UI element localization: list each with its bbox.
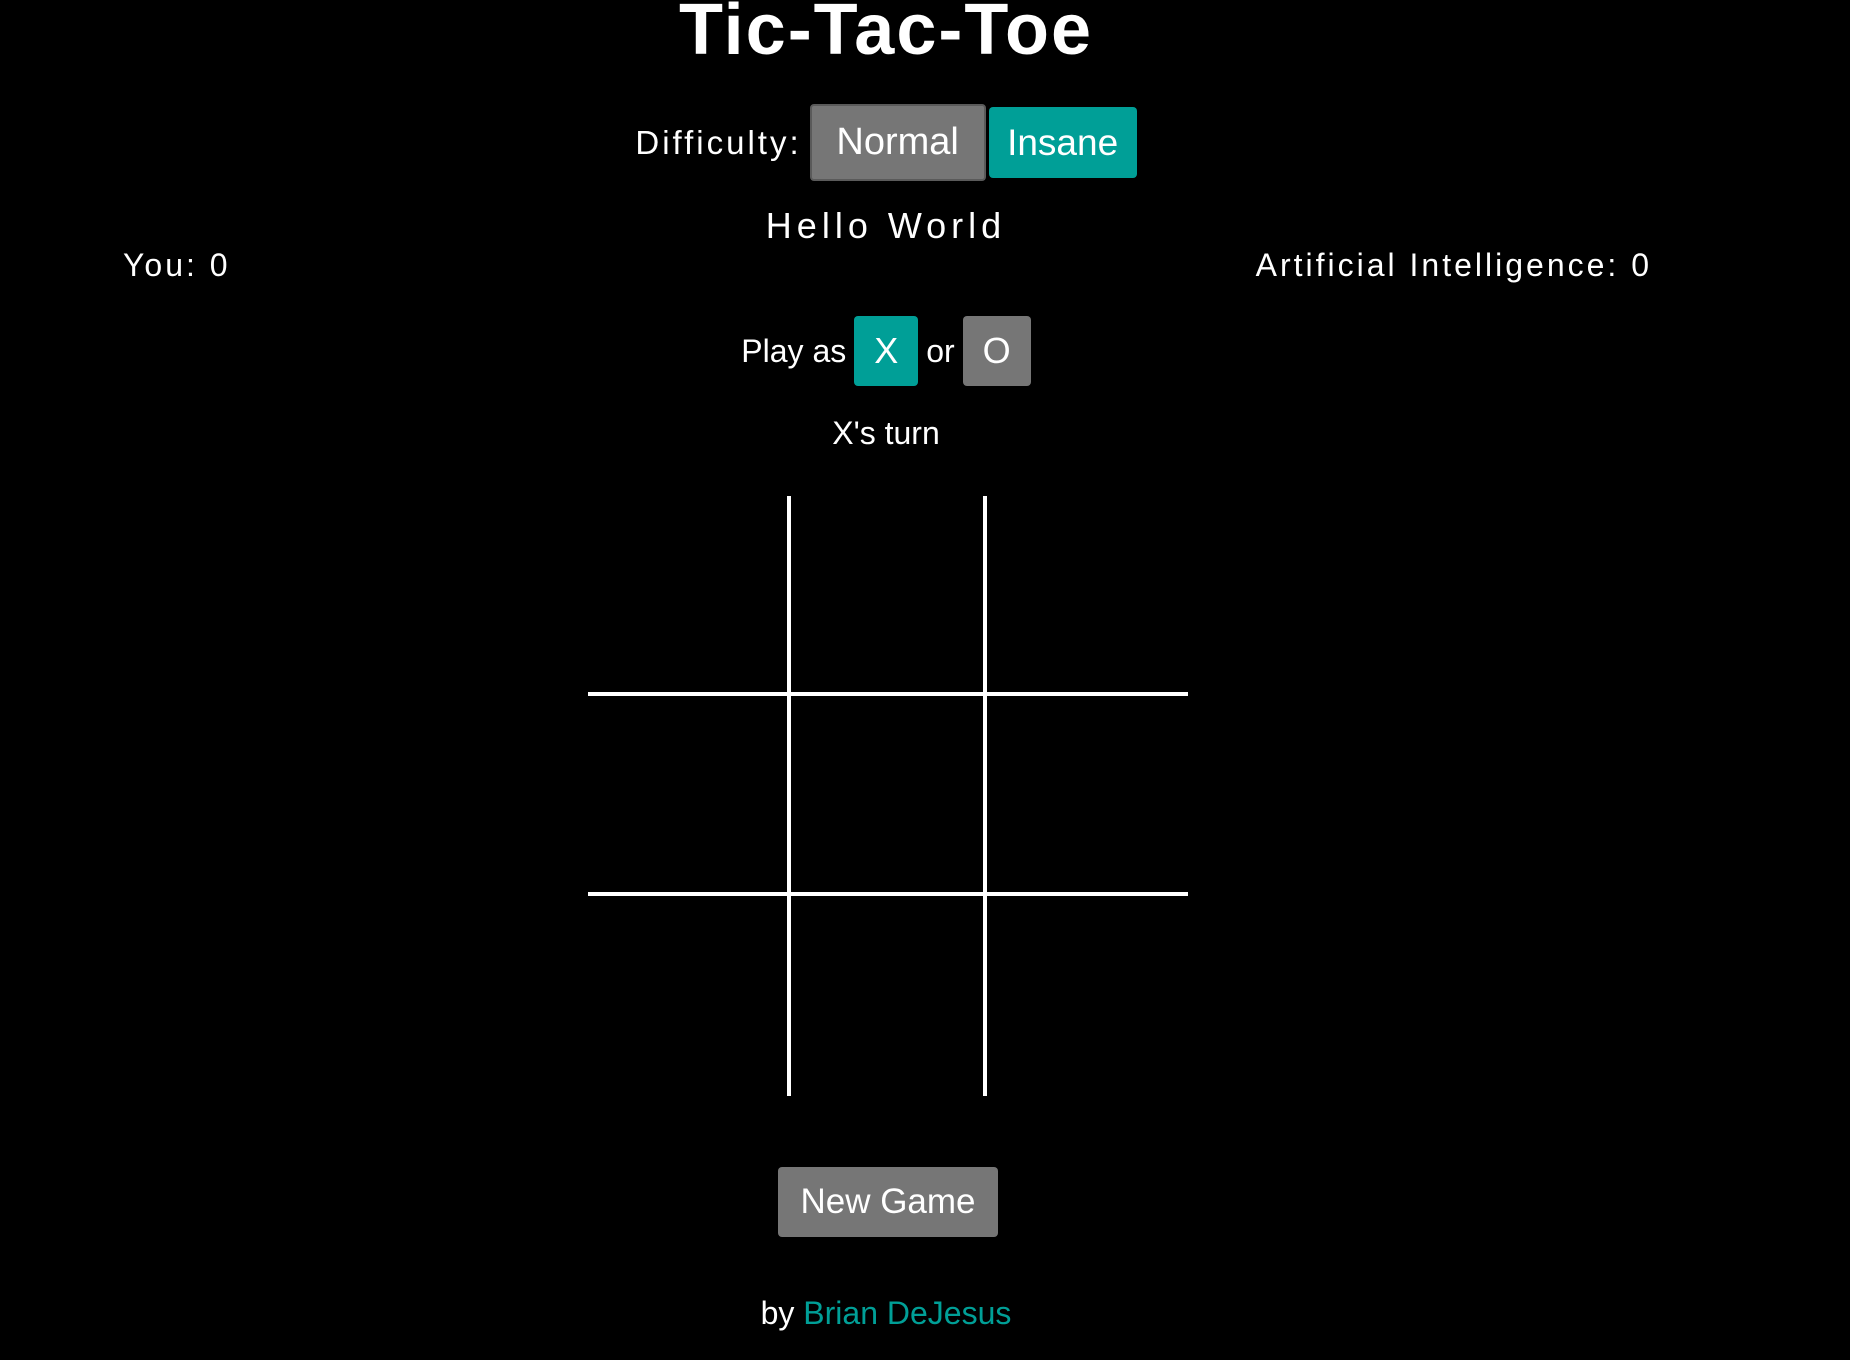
play-as-label: Play as: [741, 332, 847, 369]
board-line-vertical-1: [787, 496, 791, 1096]
footer-credit: by Brian DeJesus: [0, 1293, 1772, 1333]
board-cell-3[interactable]: [992, 496, 1188, 692]
or-label: or: [926, 332, 955, 369]
difficulty-label: Difficulty:: [635, 123, 802, 161]
subtitle: Hello World: [765, 205, 1007, 246]
turn-indicator: X's turn: [832, 415, 940, 451]
board-cell-8[interactable]: [790, 900, 986, 1096]
game-board: [588, 496, 1188, 1096]
board-line-vertical-2: [983, 496, 987, 1096]
board-cell-4[interactable]: [588, 698, 784, 894]
player-score: You: 0: [123, 247, 231, 283]
board-cell-9[interactable]: [992, 900, 1188, 1096]
board-cell-7[interactable]: [588, 900, 784, 1096]
author-link[interactable]: Brian DeJesus: [803, 1295, 1011, 1331]
board-cell-5[interactable]: [790, 698, 986, 894]
new-game-button[interactable]: New Game: [778, 1167, 998, 1237]
board-cell-1[interactable]: [588, 496, 784, 692]
play-as-selector: Play as X or O: [0, 316, 1772, 386]
difficulty-normal-button[interactable]: Normal: [809, 104, 986, 181]
board-cell-2[interactable]: [790, 496, 986, 692]
play-as-x-button[interactable]: X: [854, 316, 919, 386]
difficulty-insane-button[interactable]: Insane: [988, 107, 1137, 178]
game-title: Tic-Tac-Toe: [678, 0, 1094, 70]
play-as-o-button[interactable]: O: [962, 316, 1031, 386]
board-line-horizontal-1: [588, 692, 1188, 696]
difficulty-selector: Difficulty: Normal Insane: [0, 104, 1772, 181]
board-line-horizontal-2: [588, 892, 1188, 896]
board-cell-6[interactable]: [992, 698, 1188, 894]
ai-score: Artificial Intelligence: 0: [1255, 247, 1652, 283]
footer-by: by: [760, 1295, 795, 1331]
